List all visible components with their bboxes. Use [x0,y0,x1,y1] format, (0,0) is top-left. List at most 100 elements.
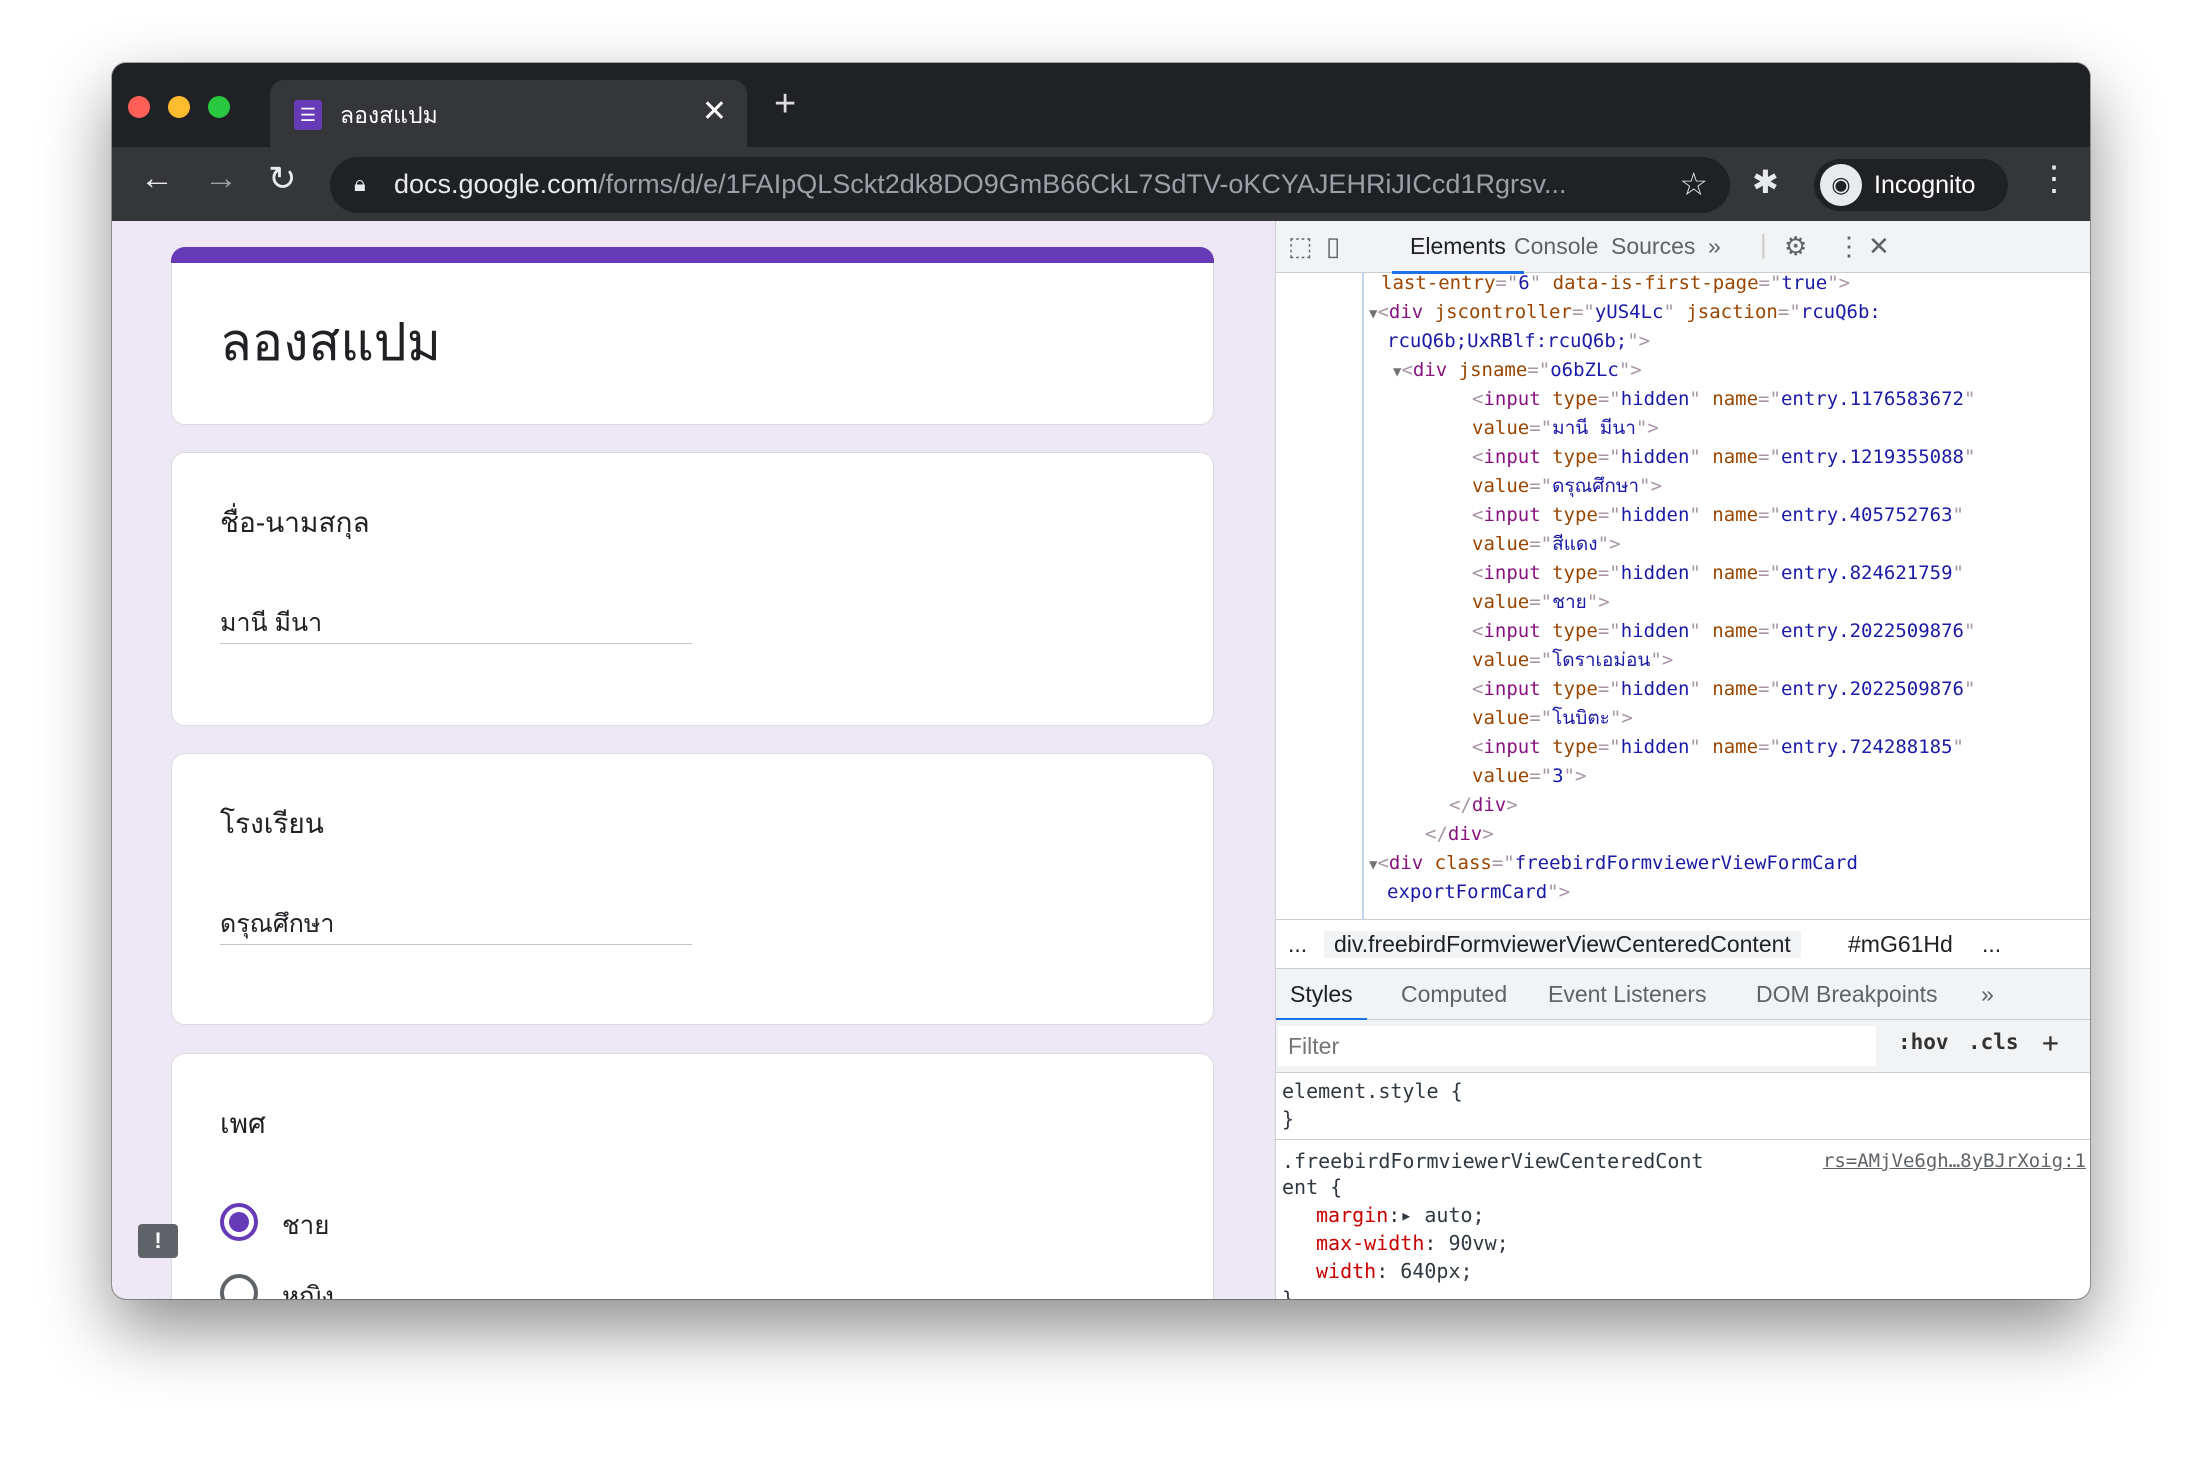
dom-tree-line[interactable]: ▼<div class="freebirdFormviewerViewFormC… [1369,849,1858,880]
styles-filter-input[interactable] [1278,1026,1876,1066]
more-options-icon[interactable]: ⋮ [1836,231,1862,262]
dom-tree-line[interactable]: value="มานี มีนา"> [1472,414,1659,443]
tab-elements[interactable]: Elements [1392,233,1524,274]
code-token: " [1618,359,1631,381]
new-style-rule-button[interactable]: + [2042,1026,2059,1059]
dom-tree-line[interactable]: </div> [1449,791,1518,820]
css-property[interactable]: width: 640px; [1316,1257,1473,1285]
zoom-window-button[interactable] [208,96,230,118]
tab-styles[interactable]: Styles [1276,981,1367,1021]
code-token: " [1963,678,1976,700]
question-card-name: ชื่อ-นามสกุล มานี มีนา [171,452,1214,726]
minimize-window-button[interactable] [168,96,190,118]
property-value: 90vw; [1436,1231,1509,1255]
extensions-puzzle-icon[interactable]: ✱ [1752,163,1779,201]
code-token: type [1552,678,1598,700]
rule-selector: .freebirdFormviewerViewCenteredCont [1282,1149,1704,1173]
breadcrumb-more[interactable]: ... [1288,931,1307,958]
address-bar[interactable]: 🔒︎ docs.google.com/forms/d/e/1FAIpQLSckt… [330,157,1730,213]
input-underline [220,643,692,644]
device-toolbar-icon[interactable]: ▯ [1326,231,1340,262]
css-property[interactable]: max-width: 90vw; [1316,1229,1509,1257]
rule-source-link[interactable]: rs=AMjVe6gh…8yBJrXoig:1 [1823,1147,2086,1175]
browser-tab[interactable]: ☰ ลองสแปม ✕ [270,80,747,147]
reload-icon[interactable]: ↻ [268,159,297,199]
dom-tree-line[interactable]: <input type="hidden" name="entry.2022509… [1472,617,1975,646]
code-token: =" [1597,446,1621,468]
dom-tree-line[interactable]: ▼<div jscontroller="yUS4Lc" jsaction="rc… [1369,298,1881,329]
browser-toolbar: ← → ↻ 🔒︎ docs.google.com/forms/d/e/1FAIp… [112,147,2090,221]
tab-sources[interactable]: Sources [1611,233,1695,260]
dom-tree-line[interactable]: value="โนบิตะ"> [1472,704,1633,733]
code-token: " [1547,881,1559,903]
dom-tree-line[interactable]: <input type="hidden" name="entry.2022509… [1472,675,1975,704]
code-token: =" [1529,649,1553,671]
close-window-button[interactable] [128,96,150,118]
code-token: entry.724288185 [1780,736,1953,758]
dom-tree-line[interactable]: <input type="hidden" name="entry.4057527… [1472,501,1964,530]
incognito-profile-button[interactable]: ◉ Incognito [1814,159,2008,211]
dom-tree-line[interactable]: value="3"> [1472,762,1586,791]
answer-input[interactable]: มานี มีนา [220,603,322,643]
browser-menu-icon[interactable]: ⋮ [2037,159,2071,199]
radio-male[interactable] [220,1203,258,1241]
code-token: input [1483,678,1553,700]
dom-tree-line[interactable]: <input type="hidden" name="entry.1219355… [1472,443,1975,472]
close-tab-icon[interactable]: ✕ [702,94,727,129]
inspect-element-icon[interactable]: ⬚ [1288,231,1313,262]
forward-icon[interactable]: → [204,159,238,198]
back-icon[interactable]: ← [140,159,174,198]
code-token: " [1609,707,1622,729]
new-tab-icon[interactable]: + [774,83,796,126]
css-property[interactable]: margin:▸ auto; [1316,1201,1485,1229]
code-token: data-is-first-page [1552,273,1759,294]
dom-tree-line[interactable]: <input type="hidden" name="entry.7242881… [1472,733,1964,762]
settings-gear-icon[interactable]: ⚙ [1784,231,1807,262]
element-style-selector: element.style { [1282,1079,1463,1103]
report-feedback-icon[interactable]: ! [138,1224,178,1258]
more-style-tabs[interactable]: » [1981,981,1994,1008]
hov-toggle[interactable]: :hov [1898,1030,1949,1054]
rule-close-brace: } [1282,1287,1295,1299]
code-token: " [1639,475,1651,497]
answer-input[interactable]: ดรุณศึกษา [220,904,334,944]
dom-tree-line[interactable]: last-entry="6" data-is-first-page="true"… [1381,273,1850,298]
tab-event-listeners[interactable]: Event Listeners [1548,981,1707,1008]
code-token: 3 [1552,765,1564,787]
tab-console[interactable]: Console [1514,233,1598,260]
code-token: " [1689,504,1713,526]
code-token: > [1647,417,1659,439]
dom-tree-line[interactable]: <input type="hidden" name="entry.1176583… [1472,385,1975,414]
code-token: > [1598,591,1610,613]
code-token: โดราเอม่อน [1552,649,1651,671]
tab-strip: ☰ ลองสแปม ✕ + [112,63,2090,147]
tab-dom-breakpoints[interactable]: DOM Breakpoints [1756,981,1938,1008]
dom-tree-line[interactable]: exportFormCard"> [1387,878,1570,907]
code-token: div [1388,301,1435,323]
indent-guide [1362,273,1364,919]
code-token: =" [1529,707,1553,729]
cls-toggle[interactable]: .cls [1968,1030,2019,1054]
more-tabs-button[interactable]: » [1708,233,1721,260]
breadcrumb-item[interactable]: #mG61Hd [1848,931,1953,958]
dom-tree-line[interactable]: value="สีแดง"> [1472,530,1620,559]
dom-tree-line[interactable]: ▼<div jsname="o6bZLc"> [1393,356,1642,387]
dom-tree-line[interactable]: rcuQ6b;UxRBlf:rcuQ6b;"> [1387,327,1650,356]
close-devtools-icon[interactable]: ✕ [1868,231,1890,262]
dom-tree-line[interactable]: value="โดราเอม่อน"> [1472,646,1673,675]
dom-tree-line[interactable]: value="ดรุณศึกษา"> [1472,472,1662,501]
dom-tree-line[interactable]: </div> [1425,820,1494,849]
bookmark-star-icon[interactable]: ☆ [1679,165,1708,203]
radio-female[interactable] [220,1274,258,1299]
divider: | [1760,229,1767,259]
breadcrumb-more[interactable]: ... [1982,931,2001,958]
dom-tree-line[interactable]: <input type="hidden" name="entry.8246217… [1472,559,1964,588]
code-token: > [1638,330,1651,352]
tab-computed[interactable]: Computed [1401,981,1507,1008]
code-token: =" [1597,736,1621,758]
url-text[interactable]: docs.google.com/forms/d/e/1FAIpQLSckt2dk… [394,169,1566,200]
property-name: max-width [1316,1231,1425,1255]
code-token: =" [1529,765,1553,787]
breadcrumb-item[interactable]: div.freebirdFormviewerViewCenteredConten… [1324,931,1801,958]
dom-tree-line[interactable]: value="ชาย"> [1472,588,1610,617]
